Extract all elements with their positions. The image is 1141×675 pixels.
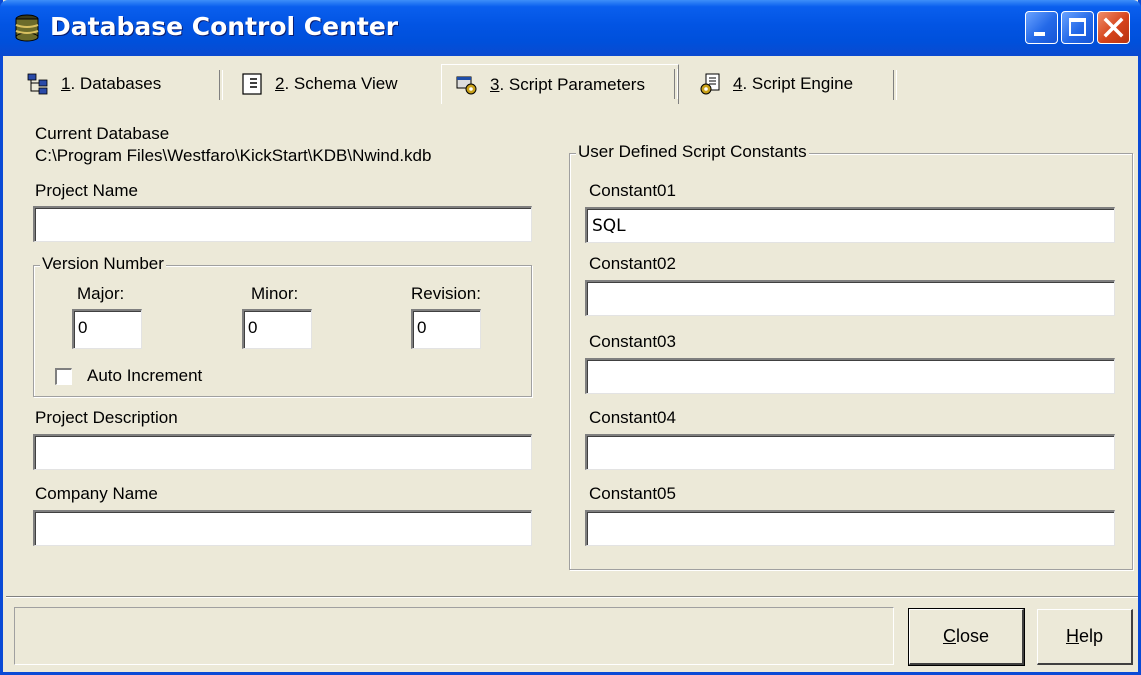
- minimize-button[interactable]: [1025, 11, 1058, 44]
- status-pane: [14, 607, 894, 665]
- help-button-accel: H: [1065, 626, 1079, 646]
- maximize-icon: [1069, 18, 1086, 36]
- constant05-label: Constant05: [589, 484, 676, 503]
- current-database-label: Current Database: [35, 124, 170, 143]
- revision-label: Revision:: [411, 284, 481, 303]
- minor-input[interactable]: 0: [242, 309, 312, 349]
- tab-schema-view[interactable]: 2. Schema View: [241, 66, 427, 102]
- company-name-input[interactable]: [33, 510, 532, 546]
- revision-input[interactable]: 0: [411, 309, 481, 349]
- document-list-icon: [242, 73, 262, 95]
- script-constants-title: User Defined Script Constants: [576, 142, 809, 162]
- status-bar: Close Help: [6, 596, 1138, 672]
- major-input[interactable]: 0: [72, 309, 142, 349]
- minimize-icon: [1034, 32, 1045, 36]
- main-window: Database Control Center 1. Databases 2. …: [0, 0, 1141, 675]
- help-button[interactable]: Help: [1037, 609, 1133, 665]
- project-description-input[interactable]: [33, 434, 532, 470]
- tab-script-parameters[interactable]: 3. Script Parameters: [441, 64, 679, 104]
- close-button-accel: C: [942, 626, 956, 646]
- project-description-label: Project Description: [35, 408, 178, 427]
- close-window-button[interactable]: [1097, 11, 1130, 44]
- auto-increment-label: Auto Increment: [87, 366, 203, 385]
- constant03-input[interactable]: [585, 358, 1115, 394]
- tab-separator: [674, 69, 678, 99]
- tab-script-params-label: . Script Parameters: [499, 74, 645, 94]
- constant03-label: Constant03: [589, 332, 676, 351]
- tab-script-engine[interactable]: 4. Script Engine: [699, 66, 897, 102]
- project-name-input[interactable]: [33, 206, 532, 242]
- title-bar[interactable]: Database Control Center: [0, 0, 1141, 56]
- constant05-input[interactable]: [585, 510, 1115, 546]
- version-number-title: Version Number: [40, 254, 166, 274]
- window-title: Database Control Center: [50, 12, 399, 41]
- gear-parameters-icon: [456, 76, 477, 94]
- company-name-label: Company Name: [35, 484, 158, 503]
- close-icon: [1103, 17, 1124, 38]
- constant02-label: Constant02: [589, 254, 676, 273]
- tab-engine-label: . Script Engine: [742, 74, 854, 93]
- constant04-input[interactable]: [585, 434, 1115, 470]
- script-gear-icon: [700, 73, 720, 95]
- database-icon: [15, 14, 39, 42]
- major-label: Major:: [77, 284, 125, 303]
- help-button-label: elp: [1078, 626, 1104, 646]
- close-button[interactable]: Close: [908, 608, 1025, 666]
- minor-label: Minor:: [251, 284, 299, 303]
- maximize-button[interactable]: [1061, 11, 1094, 44]
- tab-separator: [893, 70, 897, 100]
- close-button-label: lose: [955, 626, 990, 646]
- auto-increment-checkbox[interactable]: [55, 368, 72, 385]
- tab-databases-label: . Databases: [70, 74, 162, 93]
- tab-databases[interactable]: 1. Databases: [27, 66, 223, 102]
- current-database-path: C:\Program Files\Westfaro\KickStart\KDB\…: [35, 146, 432, 165]
- tab-schema-label: . Schema View: [284, 74, 398, 93]
- constant04-label: Constant04: [589, 408, 676, 427]
- constant01-input[interactable]: SQL: [585, 207, 1115, 243]
- project-name-label: Project Name: [35, 181, 138, 200]
- tab-strip: 1. Databases 2. Schema View 3. Script Pa…: [21, 64, 1121, 104]
- constant02-input[interactable]: [585, 280, 1115, 316]
- tab-separator: [219, 70, 223, 100]
- constant01-label: Constant01: [589, 181, 676, 200]
- database-tree-icon: [27, 73, 48, 95]
